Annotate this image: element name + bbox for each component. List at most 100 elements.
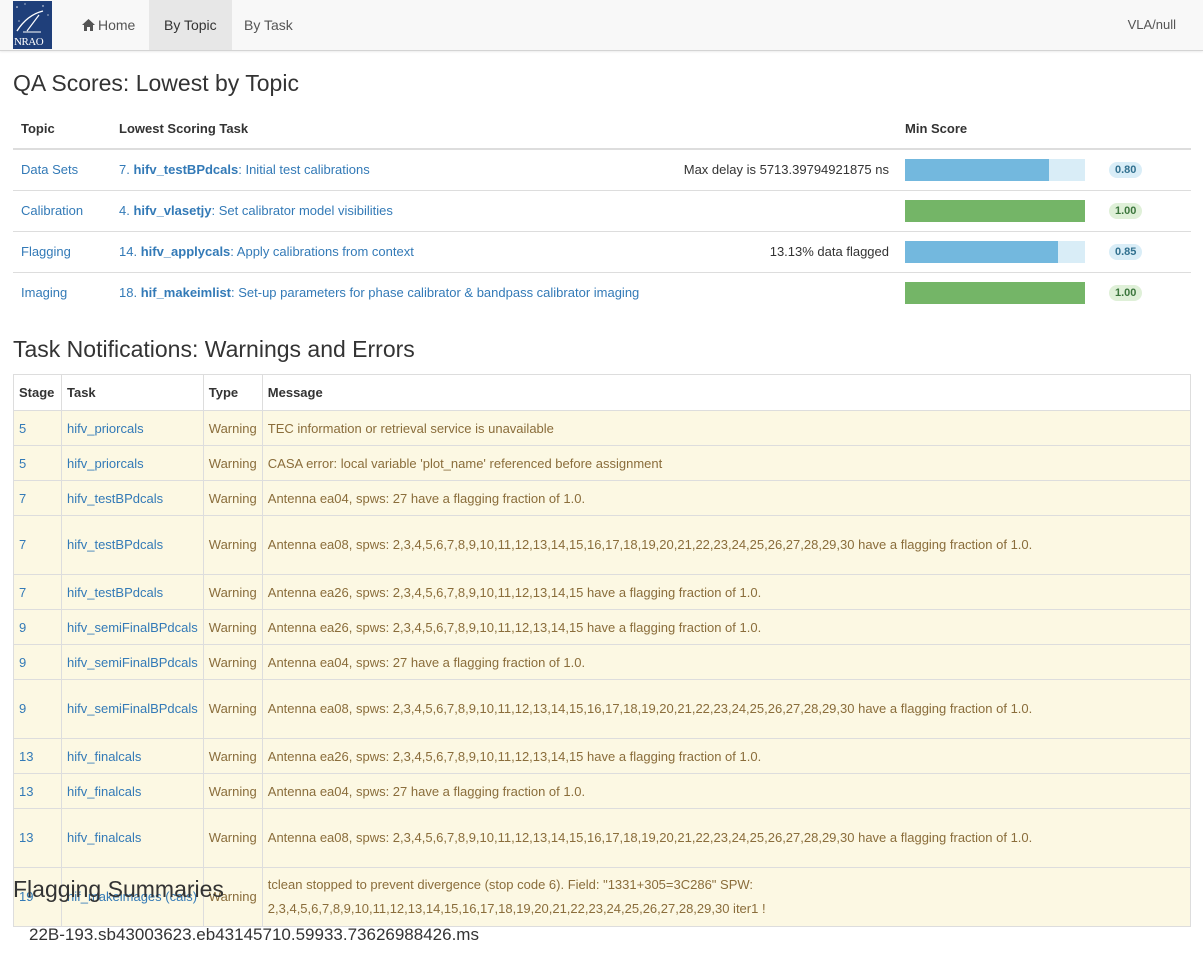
score-note: Max delay is 5713.39794921875 ns [683, 162, 889, 178]
lowest-task-link[interactable]: 4. hifv_vlasetjy: Set calibrator model v… [111, 189, 651, 231]
task-link[interactable]: hifv_testBPdcals [61, 574, 204, 610]
score-badge-cell: 0.80 [1093, 149, 1191, 190]
nav-by-topic[interactable]: By Topic [149, 0, 232, 50]
task-number: 18. [119, 285, 141, 301]
notification-type: Warning [202, 609, 263, 645]
task-name: hifv_applycals [140, 244, 231, 259]
notification-type: Warning [202, 410, 263, 446]
task-link[interactable]: hifv_testBPdcals [61, 515, 204, 575]
notification-type: Warning [202, 445, 263, 481]
score-badge: 1.00 [1109, 203, 1143, 219]
notification-message: Antenna ea04, spws: 27 have a flagging f… [261, 773, 1192, 809]
task-link[interactable]: hifv_priorcals [61, 410, 204, 446]
stage-link[interactable]: 7 [13, 574, 62, 610]
notification-row: 9 hifv_semiFinalBPdcals Warning Antenna ea0… [13, 679, 1192, 739]
notification-message: Antenna ea04, spws: 27 have a flagging f… [261, 644, 1192, 680]
task-name: hif_makeimlist [140, 285, 232, 301]
flagging-title: Flagging Summaries [13, 876, 224, 902]
lowest-task-link[interactable]: 14. hifv_applycals: Apply calibrations f… [111, 230, 651, 272]
task-name: hifv_vlasetjy [133, 203, 212, 218]
nav-by-task[interactable]: By Task [229, 0, 308, 50]
nav-home-label: Home [98, 17, 136, 33]
notification-message: Antenna ea26, spws: 2,3,4,5,6,7,8,9,10,1… [261, 609, 1192, 645]
notification-message: tclean stopped to prevent divergence (st… [261, 867, 1192, 927]
qa-row: Calibration 4. hifv_vlasetjy: Set calibra… [13, 189, 1191, 231]
task-number: 14. [119, 244, 141, 259]
task-description: : Set calibrator model visibilities [211, 203, 393, 218]
stage-link[interactable]: 5 [13, 410, 62, 446]
stage-link[interactable]: 7 [13, 515, 62, 575]
notifications-table: Stage Task Type Message 5 hifv_priorcals W… [13, 374, 1192, 927]
qa-row: Flagging 14. hifv_applycals: Apply calibr… [13, 230, 1191, 272]
notification-type: Warning [202, 808, 263, 868]
score-badge-cell: 1.00 [1093, 271, 1191, 313]
score-note: 13.13% data flagged [651, 230, 897, 272]
notifications-body: 5 hifv_priorcals Warning TEC information or… [13, 410, 1192, 927]
task-description: : Apply calibrations from context [230, 244, 414, 259]
notification-message: Antenna ea26, spws: 2,3,4,5,6,7,8,9,10,1… [261, 574, 1192, 610]
score-badge-cell: 0.85 [1093, 230, 1191, 272]
task-link[interactable]: hifv_finalcals [61, 773, 204, 809]
qa-scores-title: QA Scores: Lowest by Topic [13, 70, 299, 96]
notification-row: 13 hifv_finalcals Warning Antenna ea26, spw… [13, 738, 1192, 774]
brand-text: NRAO [14, 36, 44, 48]
nav-home[interactable]: Home [67, 0, 150, 50]
notification-row: 7 hifv_testBPdcals Warning Antenna ea08, sp… [13, 515, 1192, 575]
task-link[interactable]: hifv_priorcals [61, 445, 204, 481]
task-number: 7. [119, 162, 134, 178]
task-link[interactable]: hifv_semiFinalBPdcals [61, 644, 204, 680]
qa-row: Data Sets 7. hifv_testBPdcals: Initial te… [13, 149, 1191, 190]
qa-row: Imaging 18. hif_makeimlist: Set-up parame… [13, 271, 1191, 313]
header-min-score: Min Score [897, 109, 1093, 150]
notification-message: CASA error: local variable 'plot_name' r… [261, 445, 1192, 481]
stage-link[interactable]: 9 [13, 644, 62, 680]
task-link[interactable]: hifv_finalcals [61, 808, 204, 868]
stage-link[interactable]: 9 [13, 679, 62, 739]
notifications-title: Task Notifications: Warnings and Errors [13, 336, 415, 362]
stage-link[interactable]: 13 [13, 738, 62, 774]
task-description: : Set-up parameters for phase calibrator… [231, 285, 640, 301]
stage-link[interactable]: 7 [13, 480, 62, 516]
notification-row: 7 hifv_testBPdcals Warning Antenna ea04, sp… [13, 480, 1192, 516]
task-link[interactable]: hifv_testBPdcals [61, 480, 204, 516]
task-number: 4. [119, 203, 134, 218]
task-link[interactable]: hifv_finalcals [61, 738, 204, 774]
notification-message: Antenna ea08, spws: 2,3,4,5,6,7,8,9,10,1… [261, 679, 1192, 739]
header-lowest-task: Lowest Scoring Task [111, 109, 651, 150]
score-bar [897, 230, 1093, 272]
notification-row: 5 hifv_priorcals Warning CASA error: local … [13, 445, 1192, 481]
stage-link[interactable]: 5 [13, 445, 62, 481]
notification-type: Warning [202, 773, 263, 809]
score-bar [897, 189, 1093, 231]
lowest-task-link[interactable]: 18. hif_makeimlist: Set-up parameters fo… [111, 271, 651, 313]
header-message: Message [261, 374, 1192, 411]
notification-row: 9 hifv_semiFinalBPdcals Warning Antenna ea0… [13, 644, 1192, 680]
notification-type: Warning [202, 738, 263, 774]
lowest-task-link[interactable]: 7. hifv_testBPdcals: Initial test calibr… [111, 149, 651, 190]
score-badge: 0.80 [1109, 162, 1143, 179]
task-link[interactable]: hifv_semiFinalBPdcals [61, 679, 204, 739]
score-badge: 0.85 [1109, 244, 1143, 260]
topic-link[interactable]: Calibration [13, 189, 111, 231]
topic-link[interactable]: Imaging [13, 271, 111, 313]
stage-link[interactable]: 13 [13, 773, 62, 809]
nrao-logo[interactable]: NRAO [13, 1, 52, 49]
topic-link[interactable]: Flagging [13, 230, 111, 272]
task-link[interactable]: hifv_semiFinalBPdcals [61, 609, 204, 645]
header-topic: Topic [13, 109, 111, 150]
score-bar [897, 271, 1093, 313]
score-note [651, 271, 897, 313]
score-badge-cell: 1.00 [1093, 189, 1191, 231]
stage-link[interactable]: 9 [13, 609, 62, 645]
header-task: Task [61, 374, 204, 411]
notification-type: Warning [202, 644, 263, 680]
task-name: hifv_testBPdcals [133, 162, 239, 178]
notification-row: 9 hifv_semiFinalBPdcals Warning Antenna ea2… [13, 609, 1192, 645]
stage-link[interactable]: 13 [13, 808, 62, 868]
score-note [651, 189, 897, 231]
score-bar-fill [905, 199, 1085, 222]
header-score-badge [1093, 109, 1191, 150]
topic-link[interactable]: Data Sets [13, 149, 111, 190]
notification-row: 7 hifv_testBPdcals Warning Antenna ea26, sp… [13, 574, 1192, 610]
notification-message: Antenna ea26, spws: 2,3,4,5,6,7,8,9,10,1… [261, 738, 1192, 774]
